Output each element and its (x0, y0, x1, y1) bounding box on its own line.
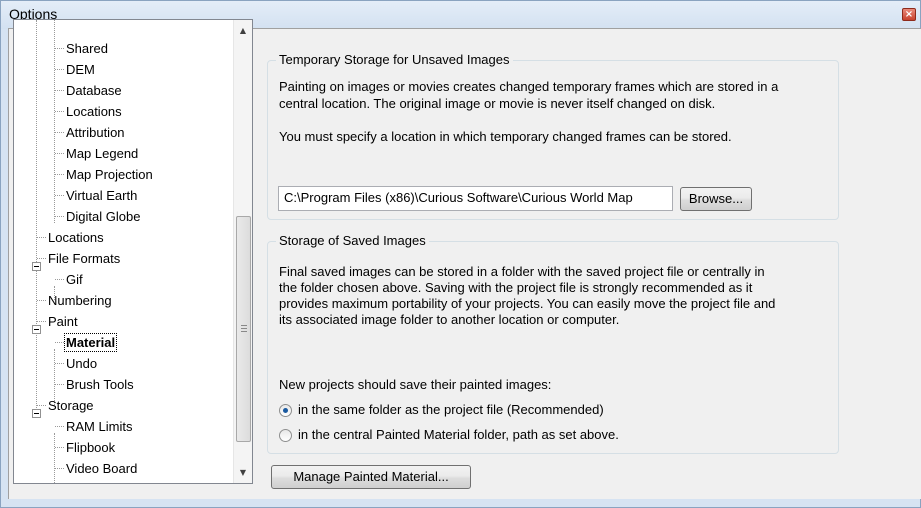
tree-item-label: File Formats (48, 251, 121, 266)
save-with-project-label[interactable]: in the same folder as the project file (… (298, 402, 604, 417)
tree-vertical-scrollbar[interactable]: ▲ ▼ (233, 20, 252, 483)
saved-storage-title: Storage of Saved Images (276, 233, 429, 248)
expand-storage-icon[interactable] (32, 409, 41, 418)
manage-painted-material-label: Manage Painted Material... (293, 469, 449, 484)
options-tree[interactable]: Shared DEM Database Locations Attribution Map… (13, 19, 253, 484)
tree-item-ram-limits[interactable]: RAM Limits (64, 416, 134, 437)
temp-storage-desc-1: Painting on images or movies creates cha… (279, 79, 779, 94)
browse-label: Browse... (688, 191, 744, 206)
tree-item-label: Database (66, 83, 122, 98)
expand-paint-icon[interactable] (32, 325, 41, 334)
saved-storage-desc-1: Final saved images can be stored in a fo… (279, 264, 765, 279)
tree-item-label: Video Board (66, 461, 138, 476)
manage-painted-material-button[interactable]: Manage Painted Material... (271, 465, 471, 489)
save-with-project-radio[interactable] (279, 404, 292, 417)
tree-item-label: Digital Globe (66, 209, 141, 224)
saved-storage-desc-4: its associated image folder to another l… (279, 312, 620, 327)
tree-item-digital-globe[interactable]: Digital Globe (64, 206, 142, 227)
scroll-thumb[interactable] (236, 216, 251, 442)
tree-item-gif[interactable]: Gif (64, 269, 85, 290)
tree-item-dem[interactable]: DEM (64, 59, 97, 80)
browse-button[interactable]: Browse... (680, 187, 752, 211)
temp-storage-desc-2: central location. The original image or … (279, 96, 716, 111)
tree-item-file-formats[interactable]: File Formats (46, 248, 122, 269)
tree-item-label: RAM Limits (66, 419, 133, 434)
tree-item-label: DEM (66, 62, 95, 77)
tree-item-database[interactable]: Database (64, 80, 124, 101)
saved-storage-desc-2: the folder chosen above. Saving with the… (279, 280, 753, 295)
tree-item-label: Virtual Earth (66, 188, 138, 203)
save-location-prompt: New projects should save their painted i… (279, 377, 552, 392)
scroll-down-icon[interactable]: ▼ (234, 464, 252, 481)
tree-item-label: Locations (66, 104, 122, 119)
tree-item-label: Paint (48, 314, 78, 329)
tree-item-label: Attribution (66, 125, 125, 140)
tree-item-label: Shared (66, 41, 108, 56)
close-button[interactable]: × (902, 8, 916, 21)
save-central-folder-label[interactable]: in the central Painted Material folder, … (298, 427, 619, 442)
expand-file-formats-icon[interactable] (32, 262, 41, 271)
tree-item-label: Undo (66, 356, 98, 371)
tree-item-brush-tools[interactable]: Brush Tools (64, 374, 136, 395)
tree-item-virtual-earth[interactable]: Virtual Earth (64, 185, 139, 206)
tree-item-label: Locations (48, 230, 104, 245)
temp-storage-desc-3: You must specify a location in which tem… (279, 129, 732, 144)
close-icon: × (904, 9, 914, 20)
tree-item-numbering[interactable]: Numbering (46, 290, 114, 311)
tree-item-map-projection[interactable]: Map Projection (64, 164, 155, 185)
tree-item-locations[interactable]: Locations (64, 101, 124, 122)
tree-item-map-legend[interactable]: Map Legend (64, 143, 140, 164)
tree-item-label: Map Legend (66, 146, 139, 161)
tree-content: Shared DEM Database Locations Attribution Map… (14, 20, 233, 483)
tree-item-label: Brush Tools (66, 377, 134, 392)
tree-item-storage[interactable]: Storage (46, 395, 96, 416)
tree-item-shared[interactable]: Shared (64, 38, 110, 59)
temp-storage-path-value: C:\Program Files (x86)\Curious Software\… (284, 190, 633, 205)
tree-item-label: Flipbook (66, 440, 116, 455)
tree-item-label: Map Projection (66, 167, 153, 182)
tree-item-material[interactable]: Material (64, 332, 118, 353)
tree-item-video-board[interactable]: Video Board (64, 458, 139, 479)
tree-item-attribution[interactable]: Attribution (64, 122, 127, 143)
tree-item-undo[interactable]: Undo (64, 353, 99, 374)
temp-storage-title: Temporary Storage for Unsaved Images (276, 52, 513, 67)
tree-item-label: Numbering (48, 293, 112, 308)
save-central-folder-radio[interactable] (279, 429, 292, 442)
tree-item-label: Storage (48, 398, 94, 413)
tree-item-locations[interactable]: Locations (46, 227, 106, 248)
temp-storage-path-field[interactable]: C:\Program Files (x86)\Curious Software\… (278, 186, 673, 211)
scroll-up-icon[interactable]: ▲ (234, 22, 252, 39)
tree-item-flipbook[interactable]: Flipbook (64, 437, 117, 458)
tree-item-paint[interactable]: Paint (46, 311, 80, 332)
saved-storage-desc-3: provides maximum portability of your pro… (279, 296, 776, 311)
tree-item-label: Material (64, 333, 118, 352)
tree-item-label: Gif (66, 272, 83, 287)
